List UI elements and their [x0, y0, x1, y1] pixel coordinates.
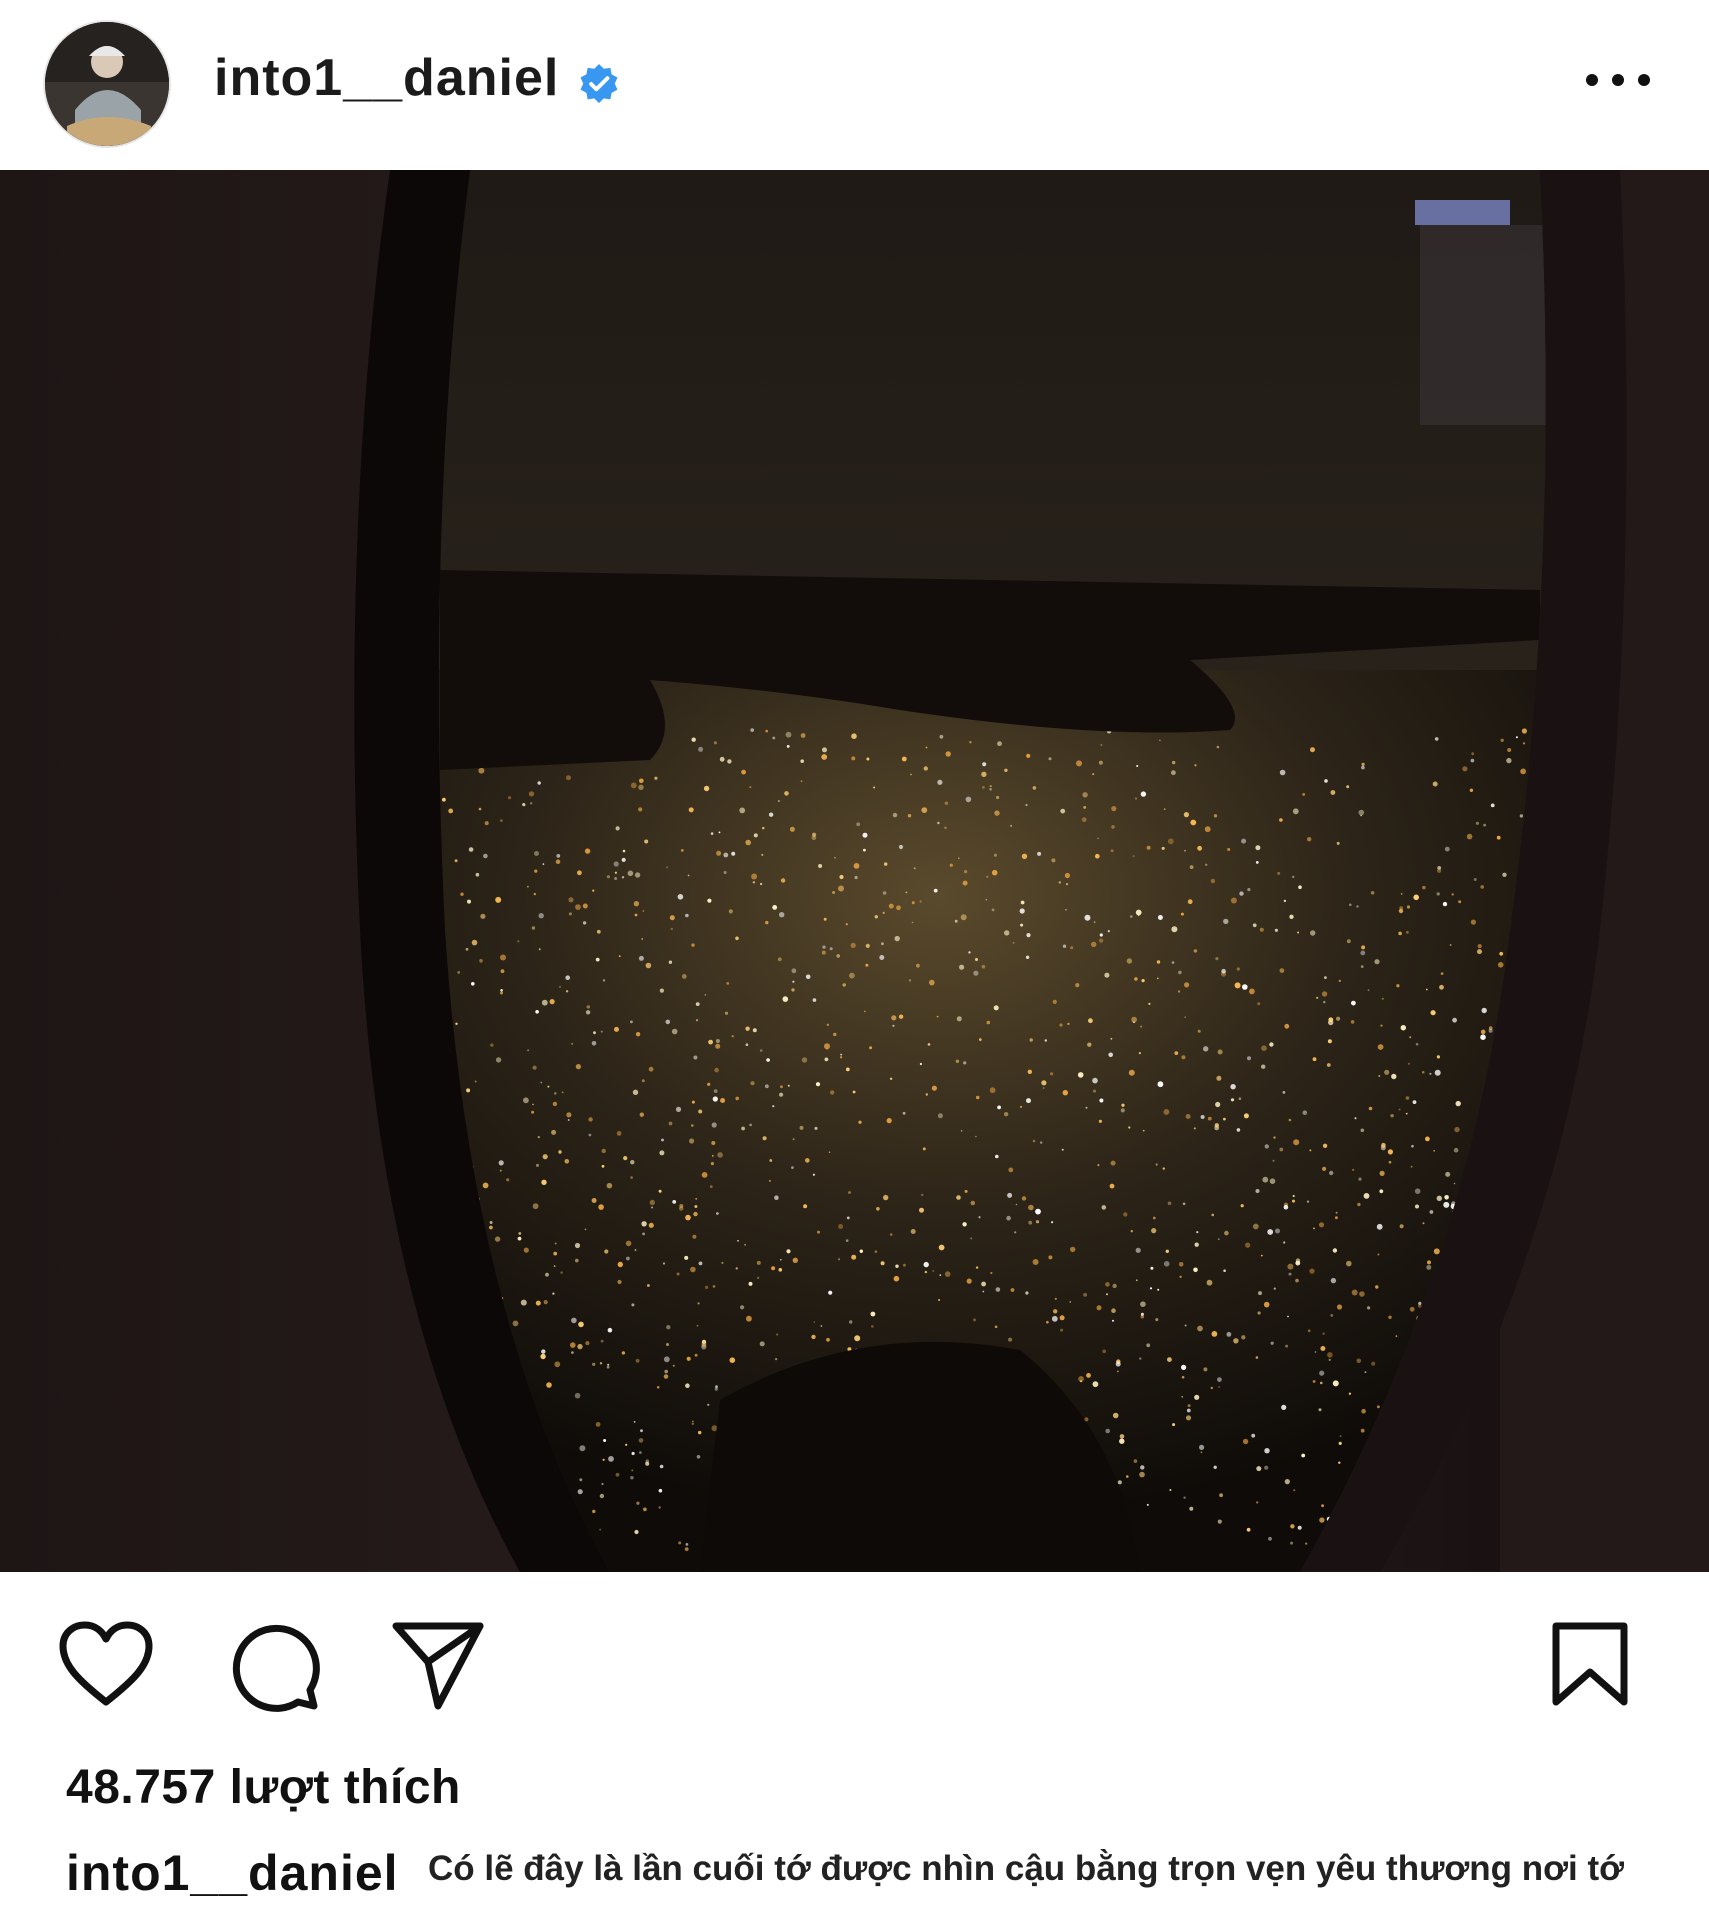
verified-badge-icon	[580, 64, 618, 104]
comment-icon[interactable]	[228, 1620, 320, 1712]
post-header: into1__daniel	[0, 0, 1709, 170]
likes-count[interactable]: 48.757 lượt thích	[66, 1760, 461, 1815]
more-options-icon[interactable]	[1578, 60, 1658, 100]
action-bar	[0, 1572, 1709, 1752]
post-username[interactable]: into1__daniel	[214, 48, 559, 108]
send-icon[interactable]	[390, 1620, 486, 1712]
avatar[interactable]	[43, 20, 171, 148]
heart-icon[interactable]	[58, 1620, 154, 1708]
caption-username[interactable]: into1__daniel	[66, 1844, 399, 1902]
caption-text: Có lẽ đây là lần cuối tớ được nhìn cậu b…	[428, 1849, 1625, 1888]
bookmark-icon[interactable]	[1550, 1620, 1630, 1708]
post-image[interactable]	[0, 170, 1709, 1572]
